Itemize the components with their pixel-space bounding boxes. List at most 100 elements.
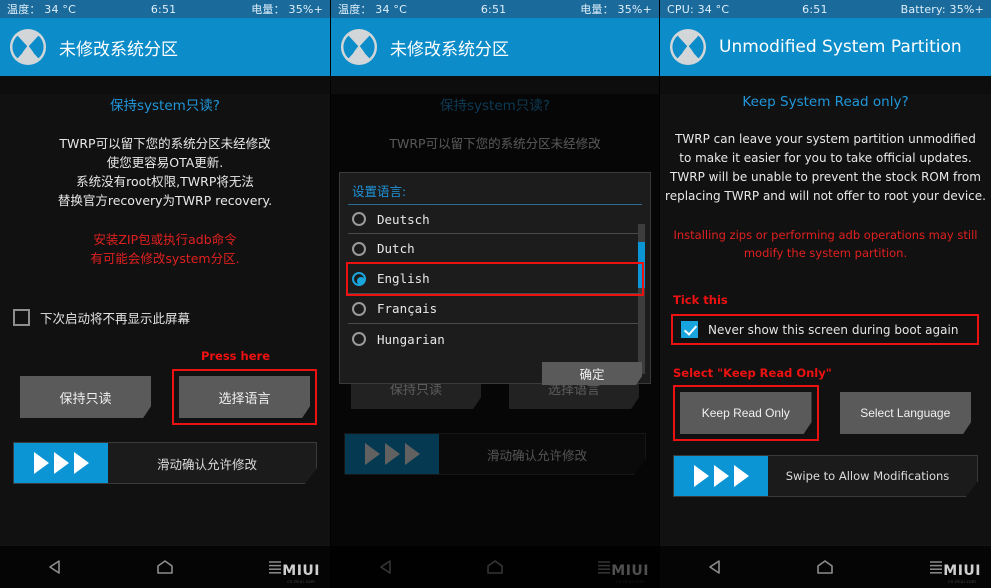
select-language-wrapper-highlighted: 选择语言 — [172, 369, 317, 425]
triangle-left-icon — [379, 560, 391, 574]
warning-paragraph: 安装ZIP包或执行adb命令 有可能会修改system分区. — [90, 232, 240, 266]
miui-logo: MIUI cn.miui.com — [282, 563, 320, 584]
triangle-left-icon — [709, 560, 720, 574]
panel-body: Keep System Read only? TWRP can leave yo… — [660, 94, 991, 588]
swipe-label: 滑动确认允许修改 — [156, 456, 257, 472]
clock-text: 6:51 — [150, 2, 177, 16]
clock-text: 6:51 — [802, 2, 828, 16]
radio-icon — [352, 301, 366, 316]
language-option-label: Dutch — [377, 241, 415, 256]
home-icon — [157, 560, 173, 574]
twrp-logo-icon — [9, 28, 47, 66]
miui-brand-text: MIUI — [943, 563, 981, 579]
language-option-francais[interactable]: Français — [348, 294, 642, 324]
miui-brand-subtext: cn.miui.com — [948, 579, 977, 584]
never-show-checkbox[interactable] — [13, 309, 30, 326]
keep-read-only-button[interactable]: Keep Read Only — [680, 392, 812, 434]
language-dialog: 设置语言: Deutsch Dutch English Français Hun… — [339, 172, 651, 385]
question-title: 保持system只读? — [440, 98, 550, 114]
app-header: Unmodified System Partition — [660, 18, 991, 76]
nav-back-button[interactable] — [660, 557, 770, 577]
twrp-logo-icon — [340, 28, 378, 66]
language-list: Deutsch Dutch English Français Hungarian — [346, 204, 645, 374]
swipe-to-allow-modifications[interactable]: 滑动确认允许修改 — [13, 442, 317, 484]
screenshot-stage: 温度： 34 °C 6:51 电量： 35%+ 未修改系统分区 保持system… — [0, 0, 991, 588]
home-icon — [817, 560, 834, 574]
never-show-checkbox-row[interactable]: 下次启动将不再显示此屏幕 — [0, 308, 330, 327]
nav-back-button[interactable] — [0, 557, 110, 577]
radio-icon — [352, 332, 366, 346]
question-title: 保持system只读? — [110, 98, 220, 114]
status-bar: 温度： 34 °C 6:51 电量： 35%+ — [331, 0, 659, 18]
android-nav-bar: MIUI cn.miui.com — [660, 545, 991, 588]
never-show-checkbox-row[interactable]: Never show this screen during boot again — [677, 321, 973, 338]
status-bar: CPU: 34 °C 6:51 Battery: 35%+ — [660, 0, 991, 18]
nav-back-button[interactable] — [331, 557, 440, 577]
radio-icon — [352, 212, 366, 226]
keep-read-only-wrapper-highlighted: Keep Read Only — [673, 385, 819, 441]
miui-logo: MIUI cn.miui.com — [943, 563, 981, 584]
info-paragraph: TWRP可以留下您的系统分区未经修改 — [389, 136, 601, 151]
battery-text: Battery: 35%+ — [900, 2, 984, 16]
language-option-deutsch[interactable]: Deutsch — [348, 204, 642, 234]
cpu-temp-text: 温度： 34 °C — [7, 3, 76, 16]
miui-brand-subtext: cn.miui.com — [616, 579, 645, 584]
language-option-label: Hungarian — [377, 331, 445, 347]
swipe-label: 滑动确认允许修改 — [486, 447, 587, 463]
battery-text: 电量： 35%+ — [251, 3, 323, 16]
language-list-scrollbar[interactable] — [638, 224, 645, 374]
radio-icon — [352, 241, 366, 256]
swipe-to-allow-modifications[interactable]: 滑动确认允许修改 — [344, 433, 646, 475]
language-option-dutch[interactable]: Dutch — [348, 234, 642, 264]
language-option-label: English — [377, 271, 430, 286]
home-icon — [487, 560, 503, 574]
language-option-label: Deutsch — [377, 211, 430, 227]
keep-read-only-button[interactable]: 保持只读 — [20, 376, 151, 418]
select-language-button[interactable]: Select Language — [839, 392, 971, 434]
panel-body: 保持system只读? TWRP可以留下您的系统分区未经修改 下次启动将不再显示… — [331, 94, 659, 588]
cpu-temp-text: 温度： 34 °C — [338, 3, 407, 16]
miui-brand-text: MIUI — [282, 563, 320, 579]
select-language-wrapper: Select Language — [833, 385, 979, 441]
nav-home-button[interactable] — [440, 557, 549, 577]
language-dialog-title: 设置语言: — [352, 184, 407, 199]
never-show-checkbox-label: 下次启动将不再显示此屏幕 — [40, 311, 191, 326]
app-header: 未修改系统分区 — [0, 18, 330, 76]
swipe-to-allow-modifications[interactable]: Swipe to Allow Modifications — [673, 455, 978, 497]
annotation-tick-this: Tick this — [673, 293, 728, 307]
swipe-arrows-icon — [345, 434, 439, 474]
panel-body: 保持system只读? TWRP可以留下您的系统分区未经修改 使您更容易OTA更… — [0, 94, 330, 588]
select-language-button[interactable]: 选择语言 — [179, 376, 310, 418]
battery-text: 电量： 35%+ — [580, 3, 652, 16]
android-nav-bar: MIUI cn.miui.com — [0, 545, 330, 588]
language-option-hungarian[interactable]: Hungarian — [348, 324, 642, 354]
language-option-english[interactable]: English — [346, 262, 644, 296]
language-option-label: Français — [377, 301, 438, 316]
triangle-left-icon — [49, 560, 60, 574]
never-show-checkbox[interactable] — [681, 321, 698, 338]
nav-home-button[interactable] — [770, 557, 880, 577]
miui-logo: MIUI cn.miui.com — [611, 563, 649, 584]
info-paragraph: TWRP can leave your system partition unm… — [665, 132, 986, 203]
panel-language-dialog: 温度： 34 °C 6:51 电量： 35%+ 未修改系统分区 保持system… — [330, 0, 660, 588]
clock-text: 6:51 — [480, 2, 507, 16]
keep-read-only-wrapper: 保持只读 — [13, 369, 158, 425]
swipe-label: Swipe to Allow Modifications — [785, 469, 950, 483]
panel-chinese: 温度： 34 °C 6:51 电量： 35%+ 未修改系统分区 保持system… — [0, 0, 330, 588]
swipe-arrows-icon — [14, 443, 108, 483]
warning-paragraph: Installing zips or performing adb operat… — [673, 228, 978, 260]
page-title: 未修改系统分区 — [390, 39, 509, 60]
app-header: 未修改系统分区 — [331, 18, 659, 76]
cpu-temp-text: CPU: 34 °C — [667, 2, 730, 16]
nav-home-button[interactable] — [110, 557, 220, 577]
language-dialog-ok-button[interactable]: 确定 — [542, 362, 642, 385]
annotation-press-here: Press here — [200, 349, 270, 363]
miui-brand-text: MIUI — [611, 563, 649, 579]
never-show-checkbox-label: Never show this screen during boot again — [708, 322, 959, 337]
radio-icon-selected — [352, 271, 366, 286]
question-title: Keep System Read only? — [742, 94, 909, 110]
info-paragraph: TWRP可以留下您的系统分区未经修改 使您更容易OTA更新. 系统没有root权… — [57, 136, 273, 208]
twrp-logo-icon — [669, 28, 707, 66]
swipe-arrows-icon — [674, 456, 768, 496]
annotation-select-keep-read-only: Select "Keep Read Only" — [673, 366, 832, 380]
